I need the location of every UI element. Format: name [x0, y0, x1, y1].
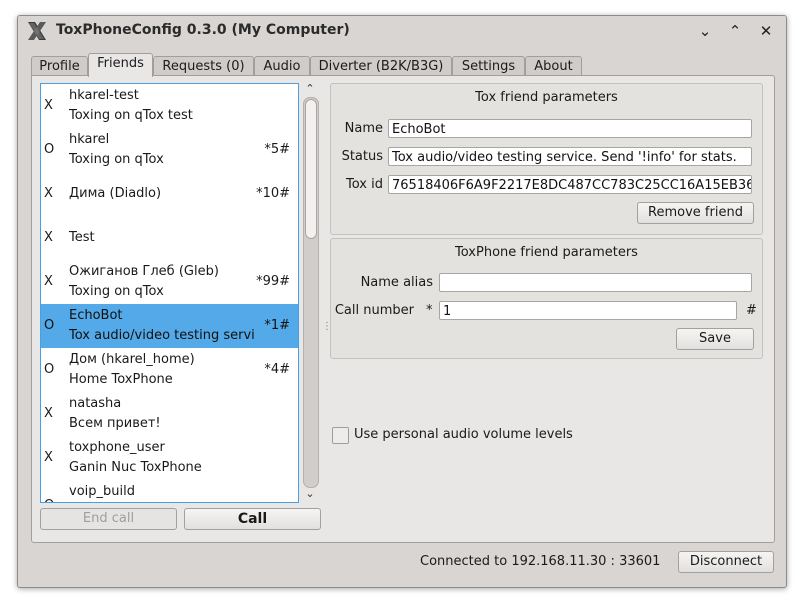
friend-name: Ожиганов Глеб (Gleb): [69, 264, 219, 279]
friend-name: hkarel-test: [69, 88, 139, 103]
scroll-down-arrow-icon[interactable]: ⌄: [301, 487, 319, 501]
window-title: ToxPhoneConfig 0.3.0 (My Computer): [56, 22, 350, 38]
friend-status-message: Toxing on qTox: [69, 152, 164, 167]
friend-status: X: [44, 274, 53, 289]
name-alias-label: Name alias: [360, 275, 433, 290]
tox-id-label: Tox id: [346, 177, 383, 192]
friend-status: O: [44, 142, 55, 157]
tab-profile[interactable]: Profile: [31, 56, 88, 77]
scroll-up-arrow-icon[interactable]: ⌃: [301, 82, 319, 96]
toxphone-friend-parameters-group: ToxPhone friend parameters Name alias Ca…: [330, 238, 763, 359]
name-alias-field[interactable]: [439, 273, 752, 292]
name-label: Name: [344, 121, 383, 136]
friend-name: toxphone_user: [69, 440, 165, 455]
friend-status-message: Home ToxPhone: [69, 372, 173, 387]
list-item-selected[interactable]: O EchoBot Tox audio/video testing servi …: [41, 304, 298, 348]
remove-friend-button[interactable]: Remove friend: [637, 202, 754, 224]
friend-status-message: Toxing on qTox test: [69, 108, 193, 123]
scroll-thumb[interactable]: [305, 99, 317, 239]
tab-friends[interactable]: Friends: [88, 53, 153, 77]
app-window: ToxPhoneConfig 0.3.0 (My Computer) ⌄ ⌃ ✕…: [17, 15, 787, 588]
friend-number: *1#: [264, 318, 290, 333]
friend-number: *4#: [264, 362, 290, 377]
list-item[interactable]: X toxphone_user Ganin Nuc ToxPhone: [41, 436, 298, 480]
friend-number: *10#: [256, 186, 290, 201]
minimize-button[interactable]: ⌃: [724, 20, 746, 42]
friend-name: EchoBot: [69, 308, 123, 323]
friend-name: natasha: [69, 396, 122, 411]
tox-id-field[interactable]: 76518406F6A9F2217E8DC487CC783C25CC16A15E…: [388, 175, 752, 194]
friend-status: X: [44, 406, 53, 421]
list-item[interactable]: O voip_build: [41, 480, 298, 502]
call-number-prefix: *: [426, 303, 433, 318]
list-item[interactable]: X Дима (Diadlo) *10#: [41, 172, 298, 216]
friend-status: X: [44, 98, 53, 113]
group-title: Tox friend parameters: [475, 90, 618, 105]
personal-audio-volume-label: Use personal audio volume levels: [354, 427, 573, 442]
friends-panel: X hkarel-test Toxing on qTox test O hkar…: [31, 75, 775, 543]
tox-friend-parameters-group: Tox friend parameters Name EchoBot Statu…: [330, 83, 763, 235]
tab-audio[interactable]: Audio: [254, 56, 310, 77]
tab-settings[interactable]: Settings: [452, 56, 525, 77]
list-item[interactable]: X Test: [41, 216, 298, 260]
friend-status: O: [44, 362, 55, 377]
status-label: Status: [341, 149, 383, 164]
call-number-field[interactable]: 1: [439, 301, 737, 320]
close-button[interactable]: ✕: [755, 20, 777, 42]
status-field[interactable]: Tox audio/video testing service. Send '!…: [388, 147, 752, 166]
name-field[interactable]: EchoBot: [388, 119, 752, 138]
save-button[interactable]: Save: [676, 328, 754, 350]
tab-requests[interactable]: Requests (0): [153, 56, 254, 77]
list-item[interactable]: O Дом (hkarel_home) Home ToxPhone *4#: [41, 348, 298, 392]
personal-audio-volume-checkbox[interactable]: [332, 427, 349, 444]
connection-status: Connected to 192.168.11.30 : 33601: [420, 554, 661, 569]
friend-status-message: Ganin Nuc ToxPhone: [69, 460, 202, 475]
tab-diverter[interactable]: Diverter (B2K/B3G): [310, 56, 452, 77]
x-app-icon: [28, 22, 46, 40]
friend-status-message: Всем привет!: [69, 416, 161, 431]
friend-name: voip_build: [69, 484, 135, 499]
friend-name: Test: [69, 230, 95, 245]
call-number-suffix: #: [746, 303, 757, 318]
disconnect-button[interactable]: Disconnect: [678, 551, 774, 573]
friend-name: Дом (hkarel_home): [69, 352, 195, 367]
friend-status: X: [44, 186, 53, 201]
friends-list[interactable]: X hkarel-test Toxing on qTox test O hkar…: [40, 83, 299, 503]
list-item[interactable]: X hkarel-test Toxing on qTox test: [41, 84, 298, 128]
list-item[interactable]: X natasha Всем привет!: [41, 392, 298, 436]
friend-name: Дима (Diadlo): [69, 186, 162, 201]
tab-about[interactable]: About: [525, 56, 582, 77]
friend-status: O: [44, 318, 55, 333]
friend-number: *5#: [264, 142, 290, 157]
window-menu-button[interactable]: ⌄: [694, 20, 716, 42]
friend-name: hkarel: [69, 132, 110, 147]
end-call-button[interactable]: End call: [40, 508, 177, 530]
group-title: ToxPhone friend parameters: [455, 245, 638, 260]
list-item[interactable]: X Ожиганов Глеб (Gleb) Toxing on qTox *9…: [41, 260, 298, 304]
friend-status: X: [44, 230, 53, 245]
list-item[interactable]: O hkarel Toxing on qTox *5#: [41, 128, 298, 172]
friend-status-message: Tox audio/video testing servi: [69, 328, 255, 343]
friend-status: O: [44, 498, 54, 502]
call-number-label: Call number: [334, 303, 414, 318]
friends-scrollbar[interactable]: ⌃ ⌄: [301, 82, 319, 502]
title-bar[interactable]: ToxPhoneConfig 0.3.0 (My Computer) ⌄ ⌃ ✕: [18, 16, 786, 46]
friend-number: *99#: [256, 274, 290, 289]
call-button[interactable]: Call: [184, 508, 321, 530]
scroll-track[interactable]: [303, 97, 319, 488]
friend-status: X: [44, 450, 53, 465]
